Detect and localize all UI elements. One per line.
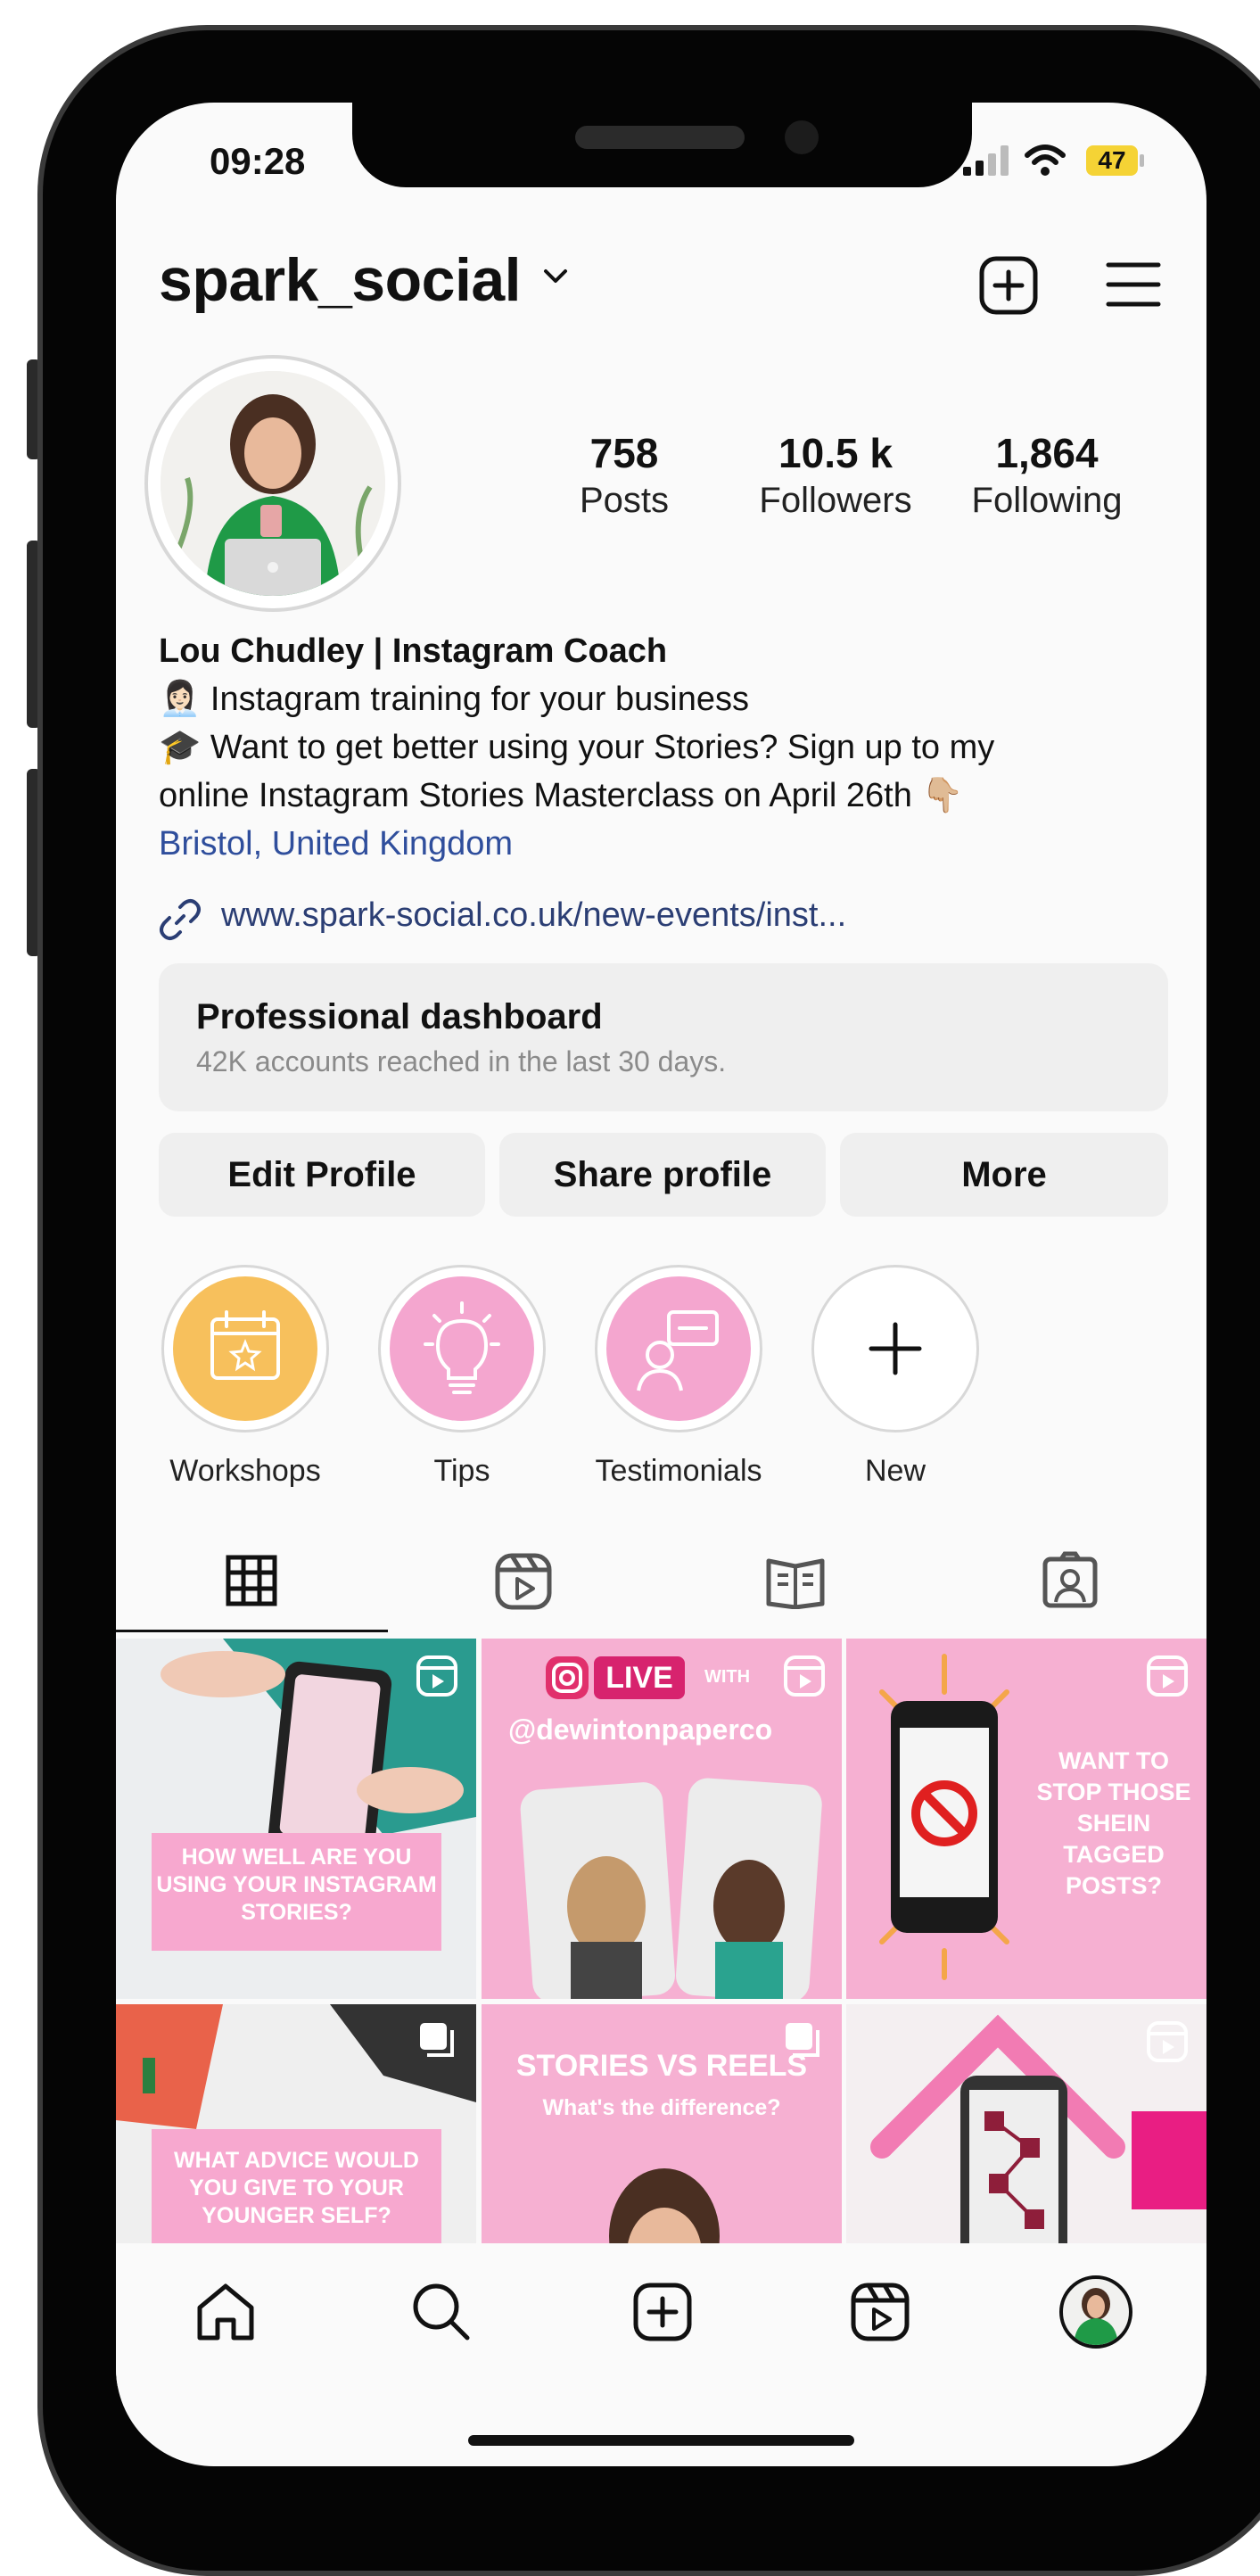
post-2-handle: @dewintonpaperco	[508, 1713, 773, 1746]
followers-label: Followers	[759, 481, 912, 520]
highlight-workshops[interactable]: Workshops	[147, 1265, 343, 1489]
highlight-cover	[173, 1276, 317, 1421]
posts-count: 758	[589, 430, 659, 476]
status-time: 09:28	[210, 140, 306, 182]
carousel-badge-icon	[786, 2023, 819, 2057]
highlight-cover	[390, 1276, 534, 1421]
cellular-signal-icon	[963, 145, 1009, 176]
search-icon[interactable]	[410, 2281, 473, 2343]
calendar-icon	[210, 1310, 280, 1380]
home-indicator[interactable]	[468, 2435, 854, 2446]
review-icon	[637, 1310, 719, 1391]
live-badge: LIVE	[594, 1656, 685, 1699]
wifi-icon	[1025, 144, 1066, 176]
reels-icon[interactable]	[494, 1552, 553, 1611]
speaker	[575, 126, 745, 149]
post-3-caption: WANT TO STOP THOSE SHEIN TAGGED POSTS?	[1036, 1747, 1191, 1899]
reels-nav-icon[interactable]	[849, 2281, 911, 2343]
bottom-navigation	[116, 2243, 1206, 2386]
lightbulb-icon	[424, 1301, 500, 1394]
screen: 09:28 47 spark_social 758 Posts 10.5 k F…	[116, 103, 1206, 2466]
create-post-icon[interactable]	[977, 254, 1040, 317]
dashboard-title: Professional dashboard	[196, 997, 603, 1036]
instagram-logo-icon	[546, 1656, 589, 1699]
highlight-label: Tips	[433, 1454, 490, 1488]
guides-icon[interactable]	[765, 1554, 826, 1609]
post-1-caption: HOW WELL ARE YOU USING YOUR INSTAGRAM ST…	[152, 1833, 441, 1951]
avatar-illustration	[161, 371, 385, 596]
carousel-badge-icon	[420, 2023, 454, 2057]
menu-icon[interactable]	[1106, 260, 1161, 310]
plus-icon	[869, 1322, 922, 1375]
bio-line-3: online Instagram Stories Masterclass on …	[159, 772, 1175, 820]
grid-post[interactable]: HOW WELL ARE YOU USING YOUR INSTAGRAM ST…	[116, 1639, 476, 1999]
share-profile-button[interactable]: Share profile	[499, 1133, 826, 1217]
bio-line-1: 👩🏻‍💼 Instagram training for your busines…	[159, 675, 1175, 723]
chevron-down-icon[interactable]	[542, 268, 569, 285]
link-icon	[160, 899, 201, 940]
profile-nav-avatar[interactable]	[1059, 2275, 1132, 2349]
followers-count: 10.5 k	[778, 430, 893, 476]
bio-line-2-text: Want to get better using your Stories? S…	[210, 729, 995, 766]
bio-name: Lou Chudley | Instagram Coach	[159, 632, 668, 670]
highlight-tips[interactable]: Tips	[364, 1265, 560, 1489]
home-icon[interactable]	[194, 2281, 257, 2343]
bio-pointing-emoji: 👇🏼	[921, 777, 964, 814]
bio-line-2-emoji: 🎓	[159, 729, 202, 766]
reel-badge-icon	[784, 1655, 825, 1697]
post-2-with: WITH	[704, 1667, 751, 1687]
avatar-photo	[161, 371, 385, 596]
tagged-icon[interactable]	[1042, 1550, 1099, 1609]
highlight-ring	[595, 1265, 762, 1432]
profile-nav-avatar-image	[1074, 2288, 1118, 2345]
profile-bio: Lou Chudley | Instagram Coach 👩🏻‍💼 Insta…	[159, 627, 1175, 868]
stat-posts[interactable]: 758 Posts	[526, 429, 722, 521]
tab-active-indicator	[116, 1630, 388, 1632]
posts-label: Posts	[579, 481, 670, 520]
stat-following[interactable]: 1,864 Following	[949, 429, 1145, 521]
edit-profile-button[interactable]: Edit Profile	[159, 1133, 485, 1217]
highlight-new[interactable]: New	[797, 1265, 993, 1489]
post-5-subtitle: What's the difference?	[542, 2095, 781, 2120]
grid-post[interactable]: WANT TO STOP THOSE SHEIN TAGGED POSTS?	[846, 1639, 1206, 1999]
dashboard-subtitle: 42K accounts reached in the last 30 days…	[196, 1045, 727, 1077]
battery-cap	[1140, 154, 1144, 167]
notch	[352, 103, 972, 187]
post-grid: HOW WELL ARE YOU USING YOUR INSTAGRAM ST…	[116, 1639, 1206, 2365]
bio-website-link[interactable]: www.spark-social.co.uk/new-events/inst..…	[221, 896, 846, 935]
profile-avatar[interactable]	[144, 355, 401, 612]
following-count: 1,864	[995, 430, 1099, 476]
highlight-ring	[811, 1265, 979, 1432]
bio-location[interactable]: Bristol, United Kingdom	[159, 820, 1175, 868]
reel-badge-icon	[1147, 2021, 1188, 2062]
create-icon[interactable]	[631, 2281, 694, 2343]
stat-followers[interactable]: 10.5 k Followers	[737, 429, 934, 521]
bio-line-1-text: Instagram training for your business	[210, 681, 749, 718]
profile-tabs	[116, 1525, 1206, 1637]
following-label: Following	[971, 481, 1123, 520]
highlight-label: Testimonials	[595, 1454, 762, 1488]
front-camera	[785, 120, 819, 154]
highlight-label: New	[864, 1454, 926, 1488]
highlight-ring	[161, 1265, 329, 1432]
bio-line-3-text: online Instagram Stories Masterclass on …	[159, 777, 912, 814]
highlight-ring	[378, 1265, 546, 1432]
battery-indicator: 47	[1086, 145, 1138, 176]
bio-line-2: 🎓 Want to get better using your Stories?…	[159, 723, 1175, 772]
more-button[interactable]: More	[840, 1133, 1168, 1217]
reel-badge-icon	[1147, 1655, 1188, 1697]
bio-line-1-emoji: 👩🏻‍💼	[159, 681, 202, 718]
highlight-cover	[606, 1276, 751, 1421]
professional-dashboard[interactable]: Professional dashboard 42K accounts reac…	[159, 963, 1168, 1111]
grid-icon[interactable]	[225, 1554, 278, 1607]
highlight-label: Workshops	[169, 1454, 321, 1488]
reel-badge-icon	[416, 1655, 457, 1697]
highlight-testimonials[interactable]: Testimonials	[581, 1265, 777, 1489]
grid-post[interactable]: LIVE WITH @dewintonpaperco	[482, 1639, 842, 1999]
profile-username[interactable]: spark_social	[159, 245, 522, 315]
